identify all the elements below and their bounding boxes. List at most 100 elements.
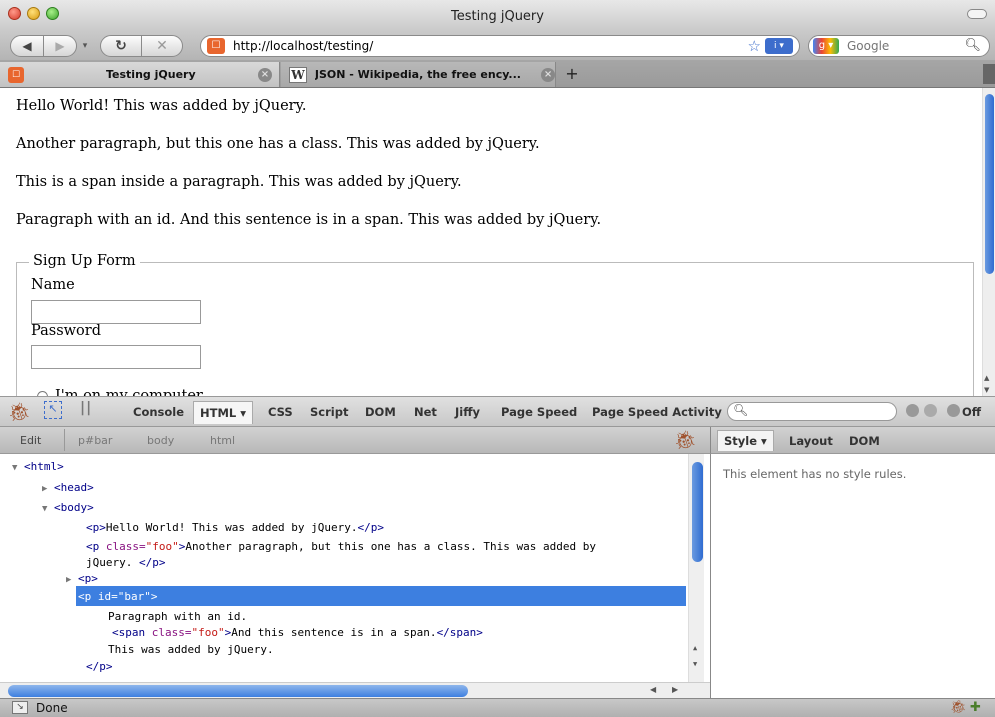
tab-page-speed-activity[interactable]: Page Speed Activity	[592, 405, 722, 419]
form-legend: Sign Up Form	[29, 253, 140, 269]
paragraph: Paragraph with an id. And this sentence …	[16, 212, 602, 228]
tree-horizontal-scrollbar[interactable]: ◀ ▶	[0, 682, 710, 698]
back-arrow-icon: ◀	[22, 39, 32, 53]
selected-node-highlight	[76, 586, 686, 606]
expanded-arrow-icon[interactable]: ▼	[12, 463, 17, 473]
tab-label: Testing jQuery	[106, 68, 196, 81]
scroll-right-arrow-icon[interactable]: ▶	[672, 685, 678, 694]
scrollbar-thumb[interactable]	[692, 462, 703, 562]
tree-text-node: This was added by jQuery.	[108, 643, 274, 656]
firebug-status-icon[interactable]: 🐞︎	[950, 700, 967, 715]
scroll-up-arrow-icon[interactable]: ▲	[693, 644, 697, 652]
collapsed-arrow-icon[interactable]: ▶	[66, 575, 71, 585]
status-bar: ↘ Done 🐞︎ ✚	[0, 698, 995, 717]
tab-testing-jquery[interactable]: ☐ Testing jQuery ×	[0, 62, 280, 87]
tree-node-html[interactable]: ▼ <html>	[12, 460, 64, 473]
tab-console[interactable]: Console	[133, 405, 184, 419]
firebug-inspect-icon[interactable]: 🐞︎	[674, 430, 697, 451]
tab-strip: ☐ Testing jQuery × W JSON - Wikipedia, t…	[0, 60, 995, 88]
tab-label: JSON - Wikipedia, the free ency...	[314, 68, 521, 81]
side-tab-dom[interactable]: DOM	[849, 434, 880, 448]
bookmark-star-icon[interactable]: ☆	[748, 37, 761, 55]
tab-list-button[interactable]	[983, 64, 995, 84]
history-dropdown-button[interactable]: ▾	[78, 35, 92, 57]
scrollbar-thumb[interactable]	[8, 685, 468, 697]
no-style-rules-message: This element has no style rules.	[723, 467, 907, 481]
tree-node-p-collapsed[interactable]: ▶ <p>	[66, 572, 98, 585]
new-tab-button[interactable]: +	[560, 63, 584, 85]
tree-vertical-scrollbar[interactable]: ▲ ▼	[688, 454, 704, 682]
tab-html[interactable]: HTML ▾	[193, 401, 254, 424]
scrollbar-thumb[interactable]	[985, 94, 994, 274]
search-icon[interactable]: 🔍︎	[964, 38, 981, 53]
tree-node-p[interactable]: <p>Hello World! This was added by jQuery…	[86, 521, 384, 534]
url-bar[interactable]: ☐ http://localhost/testing/ ☆ i ▾	[200, 35, 800, 57]
tab-dom[interactable]: DOM	[365, 405, 396, 419]
tree-node-p-bar-selected[interactable]: ▼ <p id="bar">	[66, 590, 158, 603]
side-tab-layout[interactable]: Layout	[789, 434, 833, 448]
paragraph: Hello World! This was added by jQuery.	[16, 98, 307, 114]
breadcrumb-html[interactable]: html	[210, 434, 235, 447]
firebug-off-label[interactable]: Off	[962, 405, 981, 419]
firebug-search-input[interactable]: 🔍︎	[727, 402, 897, 421]
toolbar-toggle-icon[interactable]	[967, 9, 987, 19]
scroll-down-arrow-icon[interactable]: ▼	[693, 660, 697, 668]
page-scrollbar[interactable]: ▲ ▼	[982, 88, 995, 396]
scroll-down-arrow-icon[interactable]: ▼	[984, 386, 989, 394]
signup-form: Sign Up Form Name Password I'm on my com…	[16, 253, 974, 396]
forward-button[interactable]: ▶	[43, 35, 77, 57]
side-tab-style[interactable]: Style ▾	[717, 430, 774, 451]
reload-button[interactable]: ↻	[100, 35, 142, 57]
tree-node-p-foo-continued: jQuery. </p>	[86, 556, 166, 569]
tab-json-wikipedia[interactable]: W JSON - Wikipedia, the free ency... ×	[281, 62, 556, 87]
tab-page-speed[interactable]: Page Speed	[501, 405, 577, 419]
tab-css[interactable]: CSS	[268, 405, 293, 419]
firebug-off-icon[interactable]	[947, 404, 960, 417]
tree-node-p-foo[interactable]: <p class="foo">Another paragraph, but th…	[86, 540, 596, 553]
password-field[interactable]	[31, 345, 201, 369]
search-engine-icon[interactable]: g ▾	[813, 38, 839, 54]
expanded-arrow-icon[interactable]: ▼	[42, 504, 47, 514]
expanded-arrow-icon[interactable]: ▼	[66, 593, 71, 603]
breadcrumb-p-bar[interactable]: p#bar	[78, 434, 112, 447]
firebug-icon[interactable]: 🐞︎	[8, 402, 31, 423]
pause-icon[interactable]: ||	[80, 400, 92, 416]
password-label: Password	[31, 323, 101, 339]
page-content: Hello World! This was added by jQuery. A…	[0, 88, 995, 396]
breadcrumb-body[interactable]: body	[147, 434, 174, 447]
side-panel-tabs: Style ▾ Layout DOM	[710, 427, 995, 454]
edit-button[interactable]: Edit	[20, 434, 41, 447]
search-bar[interactable]: g ▾ 🔍︎	[808, 35, 990, 57]
collapsed-arrow-icon[interactable]: ▶	[42, 484, 47, 494]
previous-result-icon[interactable]	[906, 404, 919, 417]
tab-jiffy[interactable]: Jiffy	[455, 405, 480, 419]
reload-icon: ↻	[115, 38, 127, 54]
stop-button[interactable]: ✕	[141, 35, 183, 57]
back-button[interactable]: ◀	[10, 35, 44, 57]
close-tab-icon[interactable]: ×	[258, 67, 272, 82]
tree-node-body[interactable]: ▼ <body>	[42, 501, 94, 514]
paragraph: Another paragraph, but this one has a cl…	[16, 136, 540, 152]
name-field[interactable]	[31, 300, 201, 324]
name-label: Name	[31, 277, 75, 293]
scroll-up-arrow-icon[interactable]: ▲	[984, 374, 989, 382]
url-text[interactable]: http://localhost/testing/	[233, 39, 373, 53]
next-result-icon[interactable]	[924, 404, 937, 417]
firebug-toolbar: 🐞︎ ↖ || Console HTML ▾ CSS Script DOM Ne…	[0, 396, 995, 427]
status-icon: ↘	[12, 701, 28, 714]
site-identity-dropdown-icon[interactable]: i ▾	[765, 38, 793, 54]
close-tab-icon[interactable]: ×	[541, 67, 556, 82]
search-input[interactable]	[845, 38, 955, 54]
window-title: Testing jQuery	[451, 9, 544, 24]
paragraph: This is a span inside a paragraph. This …	[16, 174, 462, 190]
inspect-element-icon[interactable]: ↖	[44, 401, 62, 419]
tab-script[interactable]: Script	[310, 405, 348, 419]
radio-label: I'm on my computer	[55, 388, 203, 396]
scroll-left-arrow-icon[interactable]: ◀	[650, 685, 656, 694]
tab-net[interactable]: Net	[414, 405, 437, 419]
tree-node-span-foo[interactable]: <span class="foo">And this sentence is i…	[112, 626, 483, 639]
tree-text-node: Paragraph with an id.	[108, 610, 248, 623]
addon-status-icon[interactable]: ✚	[970, 700, 981, 715]
navigation-toolbar: ◀ ▶ ▾ ↻ ✕ ☐ http://localhost/testing/ ☆ …	[0, 32, 995, 60]
tree-node-head[interactable]: ▶ <head>	[42, 481, 94, 494]
